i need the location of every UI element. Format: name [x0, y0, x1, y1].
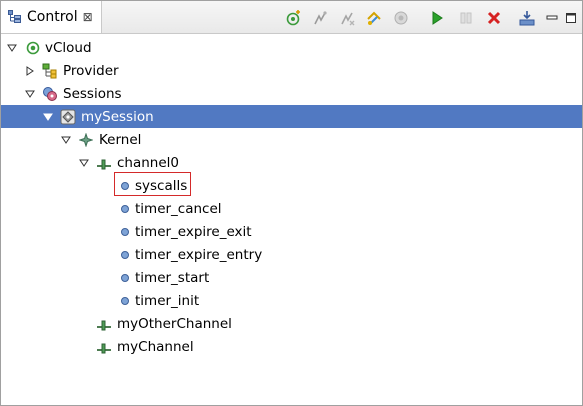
event-icon — [117, 247, 133, 263]
tree-label: Kernel — [99, 131, 142, 148]
tree-node-event[interactable]: timer_cancel — [1, 197, 582, 220]
maximize-icon[interactable] — [562, 9, 580, 27]
tree-node-kernel-domain[interactable]: Kernel — [1, 128, 582, 151]
tree-label: timer_expire_entry — [135, 246, 263, 263]
tree-label: Provider — [63, 62, 119, 79]
event-icon — [117, 293, 133, 309]
session-icon — [60, 109, 76, 125]
tab-control[interactable]: Control ⊠ — [1, 1, 102, 33]
destroy-session-icon[interactable] — [485, 9, 503, 27]
import-icon[interactable] — [365, 9, 383, 27]
enable-event-icon[interactable] — [311, 9, 329, 27]
tree-node-sessions[interactable]: Sessions — [1, 82, 582, 105]
tree-label: myOtherChannel — [117, 315, 232, 332]
target-node-icon — [25, 40, 41, 56]
provider-icon — [42, 63, 58, 79]
event-icon — [117, 201, 133, 217]
tree-node-event[interactable]: timer_expire_entry — [1, 243, 582, 266]
tree-label: vCloud — [45, 39, 92, 56]
tree-node-target[interactable]: vCloud — [1, 36, 582, 59]
tree-label: mySession — [81, 108, 154, 125]
tree-node-session[interactable]: mySession — [1, 105, 582, 128]
sessions-icon — [42, 86, 58, 102]
expanded-triangle-icon[interactable] — [43, 112, 53, 122]
tab-label: Control — [27, 9, 78, 25]
tree-label: timer_start — [135, 269, 210, 286]
tree-node-event[interactable]: timer_expire_exit — [1, 220, 582, 243]
record-snapshot-icon[interactable] — [392, 9, 410, 27]
start-tracing-icon[interactable] — [428, 9, 446, 27]
tree-label: myChannel — [117, 338, 194, 355]
tree-node-provider[interactable]: Provider — [1, 59, 582, 82]
tree-label: Sessions — [63, 85, 122, 102]
tree-label: timer_init — [135, 292, 200, 309]
import-trace-icon[interactable] — [518, 9, 536, 27]
channel-icon — [96, 316, 112, 332]
tree-node-event[interactable]: timer_init — [1, 289, 582, 312]
tree-node-event[interactable]: syscalls — [1, 174, 582, 197]
event-icon — [117, 270, 133, 286]
tree-label: timer_cancel — [135, 200, 222, 217]
tree-label: channel0 — [117, 154, 180, 171]
expanded-triangle-icon[interactable] — [79, 158, 89, 168]
tree-node-channel[interactable]: myOtherChannel — [1, 312, 582, 335]
domain-icon — [78, 132, 94, 148]
tree-node-event[interactable]: timer_start — [1, 266, 582, 289]
tree-label: timer_expire_exit — [135, 223, 252, 240]
event-icon — [117, 224, 133, 240]
expanded-triangle-icon[interactable] — [7, 43, 17, 53]
control-view: Control ⊠ vCloud Provider Sessions mySes… — [0, 0, 583, 406]
channel-icon — [96, 155, 112, 171]
control-view-icon — [8, 10, 22, 24]
minimize-icon[interactable] — [543, 9, 561, 27]
view-tabbar: Control ⊠ — [1, 1, 582, 34]
expanded-triangle-icon[interactable] — [25, 89, 35, 99]
highlight-box — [114, 172, 191, 196]
disable-event-icon[interactable] — [338, 9, 356, 27]
collapsed-triangle-icon[interactable] — [25, 65, 35, 76]
tab-close-icon[interactable]: ⊠ — [83, 10, 93, 24]
tree-node-channel[interactable]: channel0 — [1, 151, 582, 174]
tree-node-channel[interactable]: myChannel — [1, 335, 582, 358]
expanded-triangle-icon[interactable] — [61, 135, 71, 145]
channel-icon — [96, 339, 112, 355]
stop-tracing-icon[interactable] — [457, 9, 475, 27]
connect-icon[interactable] — [284, 9, 302, 27]
